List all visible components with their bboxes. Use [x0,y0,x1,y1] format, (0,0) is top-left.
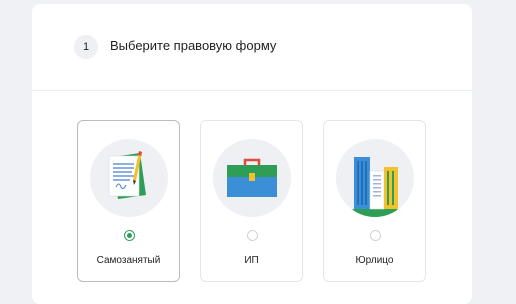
radio-legal-entity[interactable] [370,230,381,241]
radio-ip[interactable] [247,230,258,241]
option-self-employed[interactable]: Самозанятый [77,120,180,282]
document-pen-icon [90,139,168,217]
option-label-self-employed: Самозанятый [96,255,161,266]
radio-self-employed[interactable] [124,230,135,241]
option-label-ip: ИП [244,255,259,266]
step-title: Выберите правовую форму [110,38,277,53]
step-header: 1 Выберите правовую форму [32,4,472,90]
legal-form-card: 1 Выберите правовую форму Самозанятый ИП… [32,4,472,304]
option-ip[interactable]: ИП [200,120,303,282]
option-legal-entity[interactable]: Юрлицо [323,120,426,282]
briefcase-icon [213,139,291,217]
option-label-legal-entity: Юрлицо [355,255,394,266]
office-buildings-icon [336,139,414,217]
step-number-badge: 1 [74,35,98,59]
divider [32,90,472,91]
